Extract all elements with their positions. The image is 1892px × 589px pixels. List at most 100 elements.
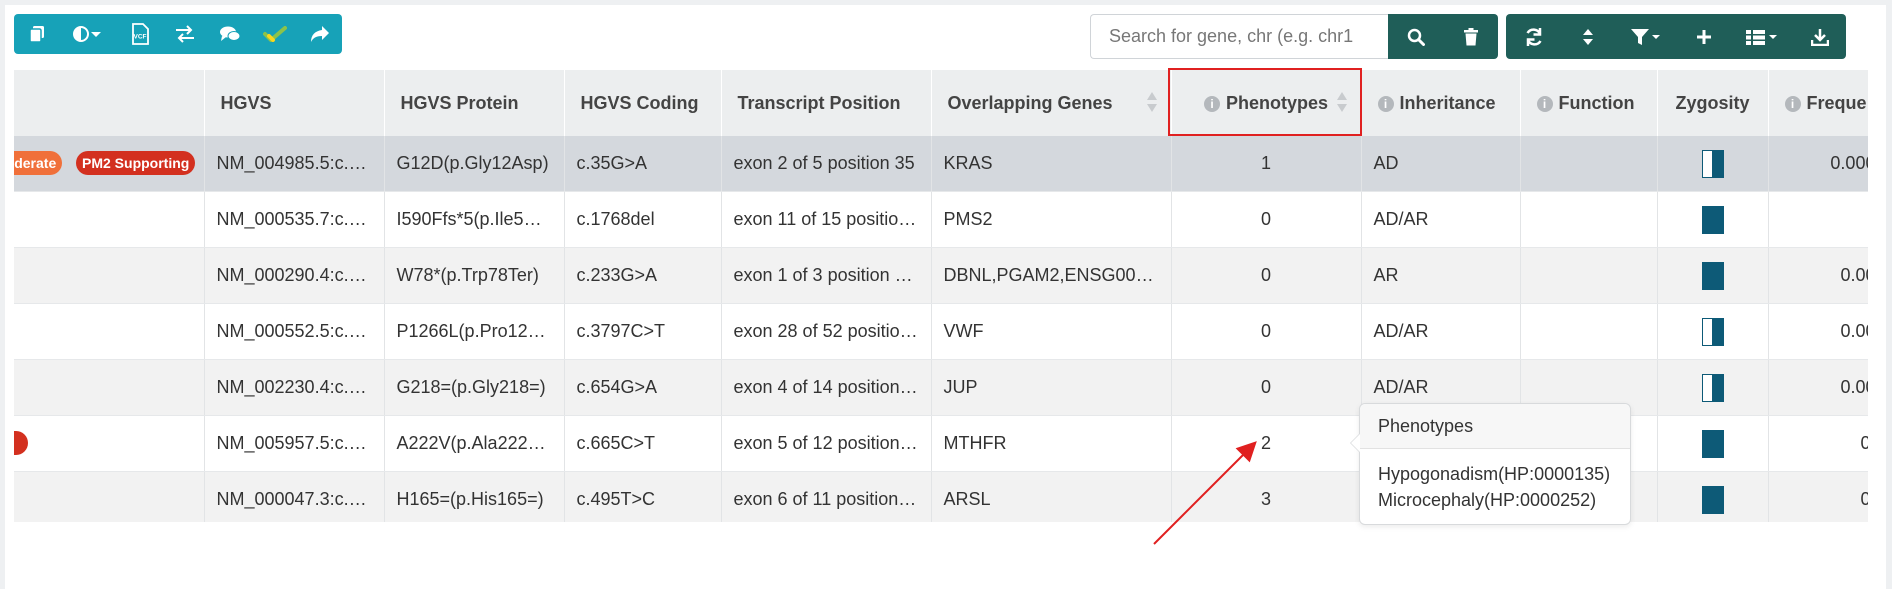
cell-hgvs: NM_005957.5:c.665C>T [204,415,385,472]
swap-button[interactable] [162,14,207,54]
table-row[interactable]: NM_000290.4:c.233G>AW78*(p.Trp78Ter)c.23… [14,247,1868,304]
cell-hgvs: NM_004985.5:c.35G>A [204,136,385,192]
cell-phenotypes[interactable]: 0 [1171,303,1362,360]
cell-frequency: 0.31 [1768,415,1868,472]
phenotypes-popover: Phenotypes Hypogonadism(HP:0000135) Micr… [1350,403,1631,525]
info-icon[interactable]: i [1784,95,1801,112]
cell-phenotypes[interactable]: 0 [1171,359,1362,416]
search-buttons [1388,14,1498,59]
zygosity-indicator [1701,485,1724,514]
cell-frequency: 0.0000 [1768,359,1868,416]
cell-hgvs-coding: c.3797C>T [564,303,722,360]
columns-dropdown-icon [1746,29,1777,45]
sort-button[interactable] [1562,14,1614,59]
window-right-border [1886,0,1892,589]
add-button[interactable] [1678,14,1730,59]
column-header-frequency[interactable]: i Freque [1768,70,1868,136]
cell-overlapping-genes: MTHFR [931,415,1172,472]
sort-icon[interactable] [1146,92,1157,114]
column-header-overlapping-genes[interactable]: Overlapping Genes [931,70,1172,136]
cell-frequency: - [1768,191,1868,248]
cell-frequency: 0.01 [1768,471,1868,522]
cell-hgvs-protein: P1266L(p.Pro1266Leu) [384,303,565,360]
vcf-file-button[interactable]: VCF [117,14,162,54]
cell-transcript-position: exon 4 of 14 position 654 [721,359,932,416]
search-input[interactable] [1090,14,1388,59]
cell-zygosity [1657,247,1769,304]
clear-search-button[interactable] [1443,14,1498,59]
cell-transcript-position: exon 11 of 15 position 1768 [721,191,932,248]
checkmark-button[interactable] [252,14,297,54]
cell-phenotypes[interactable]: 3 [1171,471,1362,522]
column-header-zygosity[interactable]: Zygosity [1657,70,1769,136]
cell-acmg-badges [14,247,205,304]
download-button[interactable] [1794,14,1846,59]
cell-overlapping-genes: VWF [931,303,1172,360]
window-top-border [0,0,1892,5]
column-header-hgvs-protein[interactable]: HGVS Protein [384,70,565,136]
contrast-dropdown-icon [73,26,101,42]
column-header-function[interactable]: i Function [1520,70,1658,136]
plus-icon [1697,29,1711,44]
search-button[interactable] [1388,14,1443,59]
cell-acmg-badges: g [14,415,205,472]
share-forward-button[interactable] [297,14,342,54]
cell-transcript-position: exon 28 of 52 position 3797 [721,303,932,360]
download-icon [1811,28,1829,46]
filter-dropdown-button[interactable] [1614,14,1678,59]
refresh-button[interactable] [1506,14,1562,59]
column-header-transcript-position[interactable]: Transcript Position [721,70,932,136]
vcf-file-icon: VCF [131,23,149,45]
badge-group [14,360,204,415]
acmg-badge[interactable]: g [14,431,28,455]
checkmark-icon [262,26,287,42]
cell-hgvs-coding: c.495T>C [564,471,722,522]
cell-frequency: 0.0007 [1768,303,1868,360]
badge-group: Moderate PM2 Supporting [14,136,204,191]
column-header-inheritance[interactable]: i Inheritance [1361,70,1521,136]
info-icon[interactable]: i [1536,95,1553,112]
cell-hgvs-protein: H165=(p.His165=) [384,471,565,522]
table-row[interactable]: Moderate PM2 Supporting NM_004985.5:c.35G>… [14,136,1868,192]
table-row[interactable]: NM_000535.7:c.1768delI590Ffs*5(p.Ile590P… [14,191,1868,248]
filter-dropdown-icon [1631,28,1660,45]
zygosity-indicator [1701,149,1724,178]
acmg-badge[interactable]: Moderate [14,151,63,175]
info-icon[interactable]: i [1377,95,1394,112]
popover-item: Hypogonadism(HP:0000135) [1378,464,1611,484]
cell-phenotypes[interactable]: 2 [1171,415,1362,472]
cell-hgvs-protein: A222V(p.Ala222Val) [384,415,565,472]
cell-hgvs-coding: c.233G>A [564,247,722,304]
cell-inheritance: AD/AR [1361,303,1521,360]
cell-hgvs-coding: c.654G>A [564,359,722,416]
table-row[interactable]: NM_000552.5:c.3797C>TP1266L(p.Pro1266Leu… [14,303,1868,360]
columns-dropdown-button[interactable] [1730,14,1794,59]
search-icon [1407,28,1425,46]
cell-phenotypes[interactable]: 0 [1171,247,1362,304]
swap-icon [175,25,194,43]
cell-transcript-position: exon 1 of 3 position 233 [721,247,932,304]
copy-button[interactable] [14,14,59,54]
badge-group [14,248,204,303]
column-header-hgvs[interactable]: HGVS [204,70,385,136]
cell-zygosity [1657,359,1769,416]
acmg-badge[interactable]: PM2 Supporting [76,151,196,175]
cell-phenotypes[interactable]: 0 [1171,191,1362,248]
cell-function [1520,136,1658,192]
cell-acmg-badges: Moderate PM2 Supporting [14,136,205,192]
cell-hgvs: NM_000535.7:c.1768del [204,191,385,248]
contrast-dropdown-button[interactable] [59,14,117,54]
popover-title: Phenotypes [1360,404,1630,449]
cell-phenotypes[interactable]: 1 [1171,136,1362,192]
popover-arrow [1350,433,1360,453]
cell-hgvs: NM_000047.3:c.495T>C [204,471,385,522]
cell-hgvs: NM_000290.4:c.233G>A [204,247,385,304]
cell-acmg-badges [14,191,205,248]
comments-button[interactable] [207,14,252,54]
share-forward-icon [310,26,329,42]
toolbar-right [1506,14,1846,59]
column-header-acmg[interactable] [14,70,205,136]
column-header-hgvs-coding[interactable]: HGVS Coding [564,70,722,136]
cell-zygosity [1657,191,1769,248]
cell-hgvs: NM_000552.5:c.3797C>T [204,303,385,360]
